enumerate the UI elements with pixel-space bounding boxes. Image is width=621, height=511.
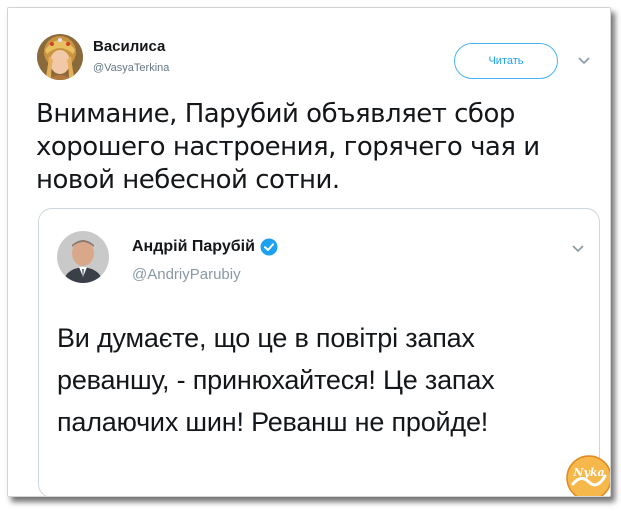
author-name[interactable]: Василиса	[93, 38, 165, 55]
author-handle[interactable]: @VasyaTerkina	[93, 62, 169, 74]
quoted-avatar[interactable]	[57, 231, 109, 283]
tweet-card: Василиса @VasyaTerkina Читать Внимание, …	[7, 7, 611, 497]
quoted-author-name-text: Андрій Парубій	[132, 238, 255, 255]
quoted-tweet[interactable]: Андрій Парубій @AndriyParubiy Ви думаєте…	[38, 208, 600, 496]
tweet-text: Внимание, Парубий объявляет сбор хорошег…	[36, 99, 540, 195]
quoted-tweet-text: Ви думаєте, що це в повітрі запах реванш…	[57, 323, 495, 437]
follow-button[interactable]: Читать	[454, 43, 558, 79]
avatar[interactable]	[37, 34, 83, 80]
verified-badge-icon	[260, 238, 278, 256]
chevron-down-icon[interactable]	[571, 241, 585, 253]
svg-text:Nyka: Nyka	[572, 466, 604, 479]
watermark-logo: Nyka	[565, 454, 610, 496]
quoted-author-name[interactable]: Андрій Парубій	[132, 238, 278, 256]
chevron-down-icon[interactable]	[577, 53, 591, 65]
quoted-author-handle[interactable]: @AndriyParubiy	[132, 266, 241, 283]
